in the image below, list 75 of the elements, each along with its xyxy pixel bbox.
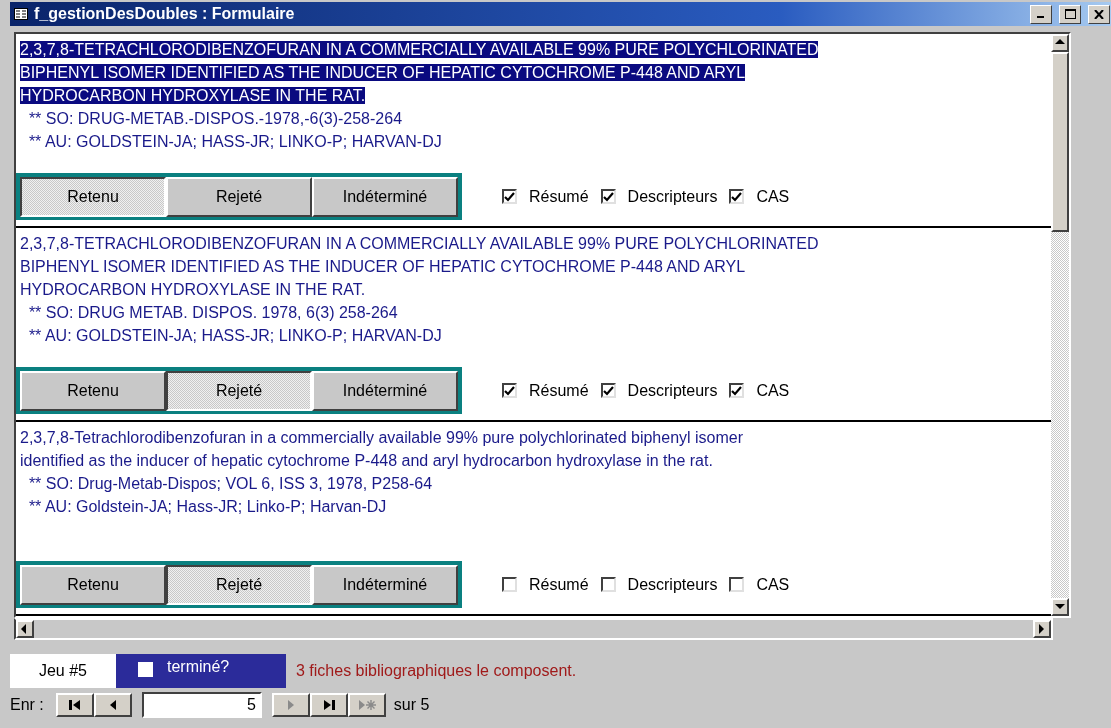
status-message: 3 fiches bibliographiques le composent.: [296, 662, 577, 680]
record-nav-button[interactable]: [93, 693, 132, 717]
checkbox[interactable]: [502, 189, 517, 204]
checkbox[interactable]: [729, 383, 745, 398]
checkbox[interactable]: [729, 577, 745, 592]
checkbox-label: CAS: [756, 381, 790, 400]
checkbox[interactable]: [600, 577, 616, 592]
new-record-icon: [357, 699, 376, 711]
record-nav-button[interactable]: [55, 693, 94, 717]
record-title: 2,3,7,8-Tetrachlorodibenzofuran in a commercially available 99% pure polychlorinated biphenyl isomer: [20, 429, 744, 446]
checkbox-label: Résumé: [529, 575, 589, 594]
checkbox[interactable]: [502, 577, 517, 592]
record-authors: ** AU: GOLDSTEIN-JA; HASS-JR; LINKO-P; HARVAN-DJ: [27, 132, 443, 152]
form-icon: [14, 8, 28, 20]
checkbox[interactable]: [729, 189, 745, 204]
record-source: ** SO: DRUG METAB. DISPOS. 1978, 6(3) 258-264: [27, 303, 399, 323]
record-nav-button[interactable]: [309, 693, 348, 717]
check-icon: [602, 385, 614, 396]
checkbox-label: Résumé: [529, 187, 589, 206]
record-title: BIPHENYL ISOMER IDENTIFIED AS THE INDUCER OF HEPATIC CYTOCHROME P-448 AND ARYL: [20, 64, 746, 81]
record-total: sur 5: [393, 696, 430, 714]
check-icon: [731, 191, 743, 202]
maximize-icon: [1064, 9, 1076, 19]
record-number-field[interactable]: 5: [141, 692, 262, 718]
close-icon: [1094, 9, 1104, 19]
record-authors: ** AU: Goldstein-JA; Hass-JR; Linko-P; Harvan-DJ: [27, 497, 388, 517]
checkbox-label: CAS: [756, 187, 790, 206]
record-title: identified as the inducer of hepatic cytochrome P-448 and aryl hydrocarbon hydroxylase in the rat.: [20, 452, 713, 469]
record-title: 2,3,7,8-TETRACHLORODIBENZOFURAN IN A COMMERCIALLY AVAILABLE 99% PURE POLYCHLORINATED: [20, 41, 819, 58]
horizontal-scrollbar[interactable]: [14, 618, 1053, 640]
checkbox[interactable]: [600, 189, 616, 204]
checkbox-label: Descripteurs: [627, 381, 718, 400]
decision-button[interactable]: Retenu: [20, 371, 166, 411]
record-source: ** SO: DRUG-METAB.-DISPOS.-1978,-6(3)-258-264: [27, 109, 404, 129]
record-title: BIPHENYL ISOMER IDENTIFIED AS THE INDUCER OF HEPATIC CYTOCHROME P-448 AND ARYL: [20, 258, 746, 275]
scroll-thumb[interactable]: [1051, 52, 1069, 232]
checkbox-label: CAS: [756, 575, 790, 594]
decision-button[interactable]: Retenu: [20, 177, 166, 217]
minimize-button[interactable]: [1030, 4, 1052, 24]
first-record-icon: [67, 699, 82, 711]
checkbox-label: Descripteurs: [627, 187, 718, 206]
checkbox-label: Résumé: [529, 381, 589, 400]
done-label: terminé?: [167, 658, 230, 676]
check-icon: [504, 191, 515, 202]
last-record-icon: [321, 699, 336, 711]
decision-button[interactable]: Rejeté: [166, 177, 312, 217]
scroll-down-button[interactable]: [1051, 598, 1069, 616]
record-title: HYDROCARBON HYDROXYLASE IN THE RAT.: [20, 281, 366, 298]
decision-button[interactable]: Indéterminé: [312, 565, 458, 605]
check-icon: [731, 385, 743, 396]
record-source: ** SO: Drug-Metab-Dispos; VOL 6, ISS 3, 1978, P258-64: [27, 474, 434, 494]
checkbox[interactable]: [502, 383, 517, 398]
set-label: Jeu #5: [10, 654, 116, 688]
scroll-up-button[interactable]: [1051, 34, 1069, 52]
decision-button[interactable]: Indéterminé: [312, 177, 458, 217]
maximize-button[interactable]: [1059, 4, 1081, 24]
decision-button[interactable]: Rejeté: [166, 371, 312, 411]
scroll-right-button[interactable]: [1033, 620, 1051, 638]
scroll-left-button[interactable]: [16, 620, 34, 638]
next-record-icon: [285, 699, 296, 711]
check-icon: [602, 191, 614, 202]
checkbox[interactable]: [600, 383, 616, 398]
record-title: 2,3,7,8-TETRACHLORODIBENZOFURAN IN A COMMERCIALLY AVAILABLE 99% PURE POLYCHLORINATED: [20, 235, 819, 252]
record-title: HYDROCARBON HYDROXYLASE IN THE RAT.: [20, 87, 366, 104]
record-authors: ** AU: GOLDSTEIN-JA; HASS-JR; LINKO-P; HARVAN-DJ: [27, 326, 443, 346]
decision-button[interactable]: Retenu: [20, 565, 166, 605]
window-title: f_gestionDesDoubles : Formulaire: [34, 5, 296, 23]
checkbox-label: Descripteurs: [627, 575, 718, 594]
vertical-scrollbar[interactable]: [1051, 34, 1069, 616]
record-label: Enr :: [10, 696, 44, 714]
decision-button[interactable]: Rejeté: [166, 565, 312, 605]
check-icon: [504, 385, 515, 396]
decision-button[interactable]: Indéterminé: [312, 371, 458, 411]
close-button[interactable]: [1088, 4, 1110, 24]
done-checkbox[interactable]: [138, 662, 153, 677]
